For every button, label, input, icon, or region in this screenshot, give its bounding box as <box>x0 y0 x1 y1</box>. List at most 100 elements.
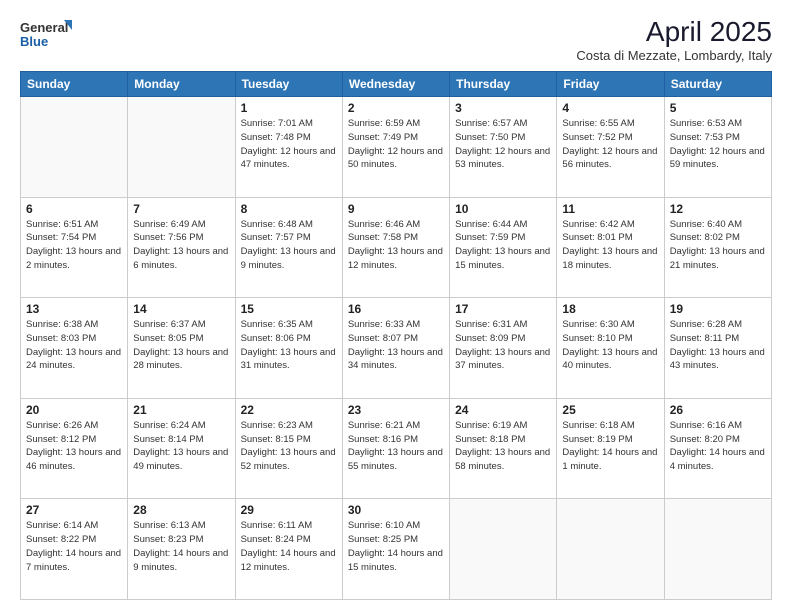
day-info: Sunrise: 6:59 AM Sunset: 7:49 PM Dayligh… <box>348 117 444 172</box>
cell-w2-d4: 9Sunrise: 6:46 AM Sunset: 7:58 PM Daylig… <box>342 197 449 298</box>
day-number: 17 <box>455 302 551 316</box>
page: General Blue April 2025 Costa di Mezzate… <box>0 0 792 612</box>
day-info: Sunrise: 7:01 AM Sunset: 7:48 PM Dayligh… <box>241 117 337 172</box>
day-number: 25 <box>562 403 658 417</box>
cell-w1-d5: 3 Sunrise: 6:57 AM Sunset: 7:50 PM Daylig… <box>450 97 557 198</box>
day-info: Sunrise: 6:44 AM Sunset: 7:59 PM Dayligh… <box>455 218 551 273</box>
day-number: 21 <box>133 403 229 417</box>
day-info: Sunrise: 6:33 AM Sunset: 8:07 PM Dayligh… <box>348 318 444 373</box>
cell-w3-d4: 16 Sunrise: 6:33 AM Sunset: 8:07 PM Dayli… <box>342 298 449 399</box>
day-number: 15 <box>241 302 337 316</box>
logo-icon: General Blue <box>20 16 72 52</box>
day-number: 8 <box>241 202 337 216</box>
cell-w4-d1: 20 Sunrise: 6:26 AM Sunset: 8:12 PM Dayli… <box>21 398 128 499</box>
day-info: Sunrise: 6:11 AM Sunset: 8:24 PM Dayligh… <box>241 519 337 574</box>
day-number: 1 <box>241 101 337 115</box>
cell-w5-d1: 27 Sunrise: 6:14 AM Sunset: 8:22 PM Dayli… <box>21 499 128 600</box>
cell-w3-d1: 13Sunrise: 6:38 AM Sunset: 8:03 PM Dayli… <box>21 298 128 399</box>
cell-w3-d5: 17 Sunrise: 6:31 AM Sunset: 8:09 PM Dayli… <box>450 298 557 399</box>
day-info: Sunrise: 6:51 AM Sunset: 7:54 PM Dayligh… <box>26 218 122 273</box>
week-row-4: 20 Sunrise: 6:26 AM Sunset: 8:12 PM Dayli… <box>21 398 772 499</box>
day-number: 6 <box>26 202 122 216</box>
cell-w5-d4: 30 Sunrise: 6:10 AM Sunset: 8:25 PM Dayli… <box>342 499 449 600</box>
cell-w2-d7: 12Sunrise: 6:40 AM Sunset: 8:02 PM Dayli… <box>664 197 771 298</box>
day-info: Sunrise: 6:40 AM Sunset: 8:02 PM Dayligh… <box>670 218 766 273</box>
cell-w3-d6: 18Sunrise: 6:30 AM Sunset: 8:10 PM Dayli… <box>557 298 664 399</box>
day-info: Sunrise: 6:55 AM Sunset: 7:52 PM Dayligh… <box>562 117 658 172</box>
day-info: Sunrise: 6:26 AM Sunset: 8:12 PM Dayligh… <box>26 419 122 474</box>
cell-w4-d3: 22 Sunrise: 6:23 AM Sunset: 8:15 PM Dayli… <box>235 398 342 499</box>
col-sunday: Sunday <box>21 72 128 97</box>
day-info: Sunrise: 6:57 AM Sunset: 7:50 PM Dayligh… <box>455 117 551 172</box>
day-info: Sunrise: 6:49 AM Sunset: 7:56 PM Dayligh… <box>133 218 229 273</box>
cell-w1-d6: 4 Sunrise: 6:55 AM Sunset: 7:52 PM Daylig… <box>557 97 664 198</box>
cell-w2-d6: 11Sunrise: 6:42 AM Sunset: 8:01 PM Dayli… <box>557 197 664 298</box>
day-number: 19 <box>670 302 766 316</box>
cell-w5-d3: 29 Sunrise: 6:11 AM Sunset: 8:24 PM Dayli… <box>235 499 342 600</box>
cell-w4-d7: 26 Sunrise: 6:16 AM Sunset: 8:20 PM Dayli… <box>664 398 771 499</box>
week-row-2: 6 Sunrise: 6:51 AM Sunset: 7:54 PM Daylig… <box>21 197 772 298</box>
cell-w2-d2: 7Sunrise: 6:49 AM Sunset: 7:56 PM Daylig… <box>128 197 235 298</box>
day-info: Sunrise: 6:16 AM Sunset: 8:20 PM Dayligh… <box>670 419 766 474</box>
logo: General Blue <box>20 16 72 52</box>
cell-w1-d4: 2 Sunrise: 6:59 AM Sunset: 7:49 PM Daylig… <box>342 97 449 198</box>
day-number: 13 <box>26 302 122 316</box>
day-number: 14 <box>133 302 229 316</box>
day-number: 23 <box>348 403 444 417</box>
day-info: Sunrise: 6:14 AM Sunset: 8:22 PM Dayligh… <box>26 519 122 574</box>
day-number: 4 <box>562 101 658 115</box>
week-row-1: 1 Sunrise: 7:01 AM Sunset: 7:48 PM Daylig… <box>21 97 772 198</box>
day-number: 28 <box>133 503 229 517</box>
calendar-table: Sunday Monday Tuesday Wednesday Thursday… <box>20 71 772 600</box>
day-number: 22 <box>241 403 337 417</box>
day-number: 24 <box>455 403 551 417</box>
location: Costa di Mezzate, Lombardy, Italy <box>576 48 772 63</box>
day-info: Sunrise: 6:31 AM Sunset: 8:09 PM Dayligh… <box>455 318 551 373</box>
day-info: Sunrise: 6:19 AM Sunset: 8:18 PM Dayligh… <box>455 419 551 474</box>
col-saturday: Saturday <box>664 72 771 97</box>
day-number: 20 <box>26 403 122 417</box>
day-info: Sunrise: 6:23 AM Sunset: 8:15 PM Dayligh… <box>241 419 337 474</box>
day-number: 30 <box>348 503 444 517</box>
day-info: Sunrise: 6:18 AM Sunset: 8:19 PM Dayligh… <box>562 419 658 474</box>
day-number: 3 <box>455 101 551 115</box>
cell-w3-d3: 15Sunrise: 6:35 AM Sunset: 8:06 PM Dayli… <box>235 298 342 399</box>
day-number: 2 <box>348 101 444 115</box>
cell-w5-d5 <box>450 499 557 600</box>
day-info: Sunrise: 6:53 AM Sunset: 7:53 PM Dayligh… <box>670 117 766 172</box>
col-friday: Friday <box>557 72 664 97</box>
day-number: 10 <box>455 202 551 216</box>
day-number: 29 <box>241 503 337 517</box>
day-number: 5 <box>670 101 766 115</box>
day-info: Sunrise: 6:48 AM Sunset: 7:57 PM Dayligh… <box>241 218 337 273</box>
day-number: 18 <box>562 302 658 316</box>
day-info: Sunrise: 6:37 AM Sunset: 8:05 PM Dayligh… <box>133 318 229 373</box>
week-row-5: 27 Sunrise: 6:14 AM Sunset: 8:22 PM Dayli… <box>21 499 772 600</box>
col-thursday: Thursday <box>450 72 557 97</box>
col-monday: Monday <box>128 72 235 97</box>
day-info: Sunrise: 6:13 AM Sunset: 8:23 PM Dayligh… <box>133 519 229 574</box>
day-number: 16 <box>348 302 444 316</box>
cell-w4-d6: 25 Sunrise: 6:18 AM Sunset: 8:19 PM Dayli… <box>557 398 664 499</box>
day-number: 9 <box>348 202 444 216</box>
day-info: Sunrise: 6:42 AM Sunset: 8:01 PM Dayligh… <box>562 218 658 273</box>
cell-w1-d2 <box>128 97 235 198</box>
month-title: April 2025 <box>576 16 772 48</box>
svg-text:Blue: Blue <box>20 34 48 49</box>
week-row-3: 13Sunrise: 6:38 AM Sunset: 8:03 PM Dayli… <box>21 298 772 399</box>
day-info: Sunrise: 6:10 AM Sunset: 8:25 PM Dayligh… <box>348 519 444 574</box>
day-info: Sunrise: 6:24 AM Sunset: 8:14 PM Dayligh… <box>133 419 229 474</box>
day-number: 27 <box>26 503 122 517</box>
cell-w1-d7: 5 Sunrise: 6:53 AM Sunset: 7:53 PM Daylig… <box>664 97 771 198</box>
day-number: 26 <box>670 403 766 417</box>
cell-w2-d5: 10 Sunrise: 6:44 AM Sunset: 7:59 PM Dayli… <box>450 197 557 298</box>
cell-w4-d4: 23 Sunrise: 6:21 AM Sunset: 8:16 PM Dayli… <box>342 398 449 499</box>
cell-w2-d3: 8 Sunrise: 6:48 AM Sunset: 7:57 PM Daylig… <box>235 197 342 298</box>
cell-w3-d2: 14 Sunrise: 6:37 AM Sunset: 8:05 PM Dayli… <box>128 298 235 399</box>
svg-text:General: General <box>20 20 68 35</box>
day-info: Sunrise: 6:21 AM Sunset: 8:16 PM Dayligh… <box>348 419 444 474</box>
col-wednesday: Wednesday <box>342 72 449 97</box>
cell-w5-d2: 28 Sunrise: 6:13 AM Sunset: 8:23 PM Dayli… <box>128 499 235 600</box>
cell-w1-d3: 1 Sunrise: 7:01 AM Sunset: 7:48 PM Daylig… <box>235 97 342 198</box>
title-block: April 2025 Costa di Mezzate, Lombardy, I… <box>576 16 772 63</box>
